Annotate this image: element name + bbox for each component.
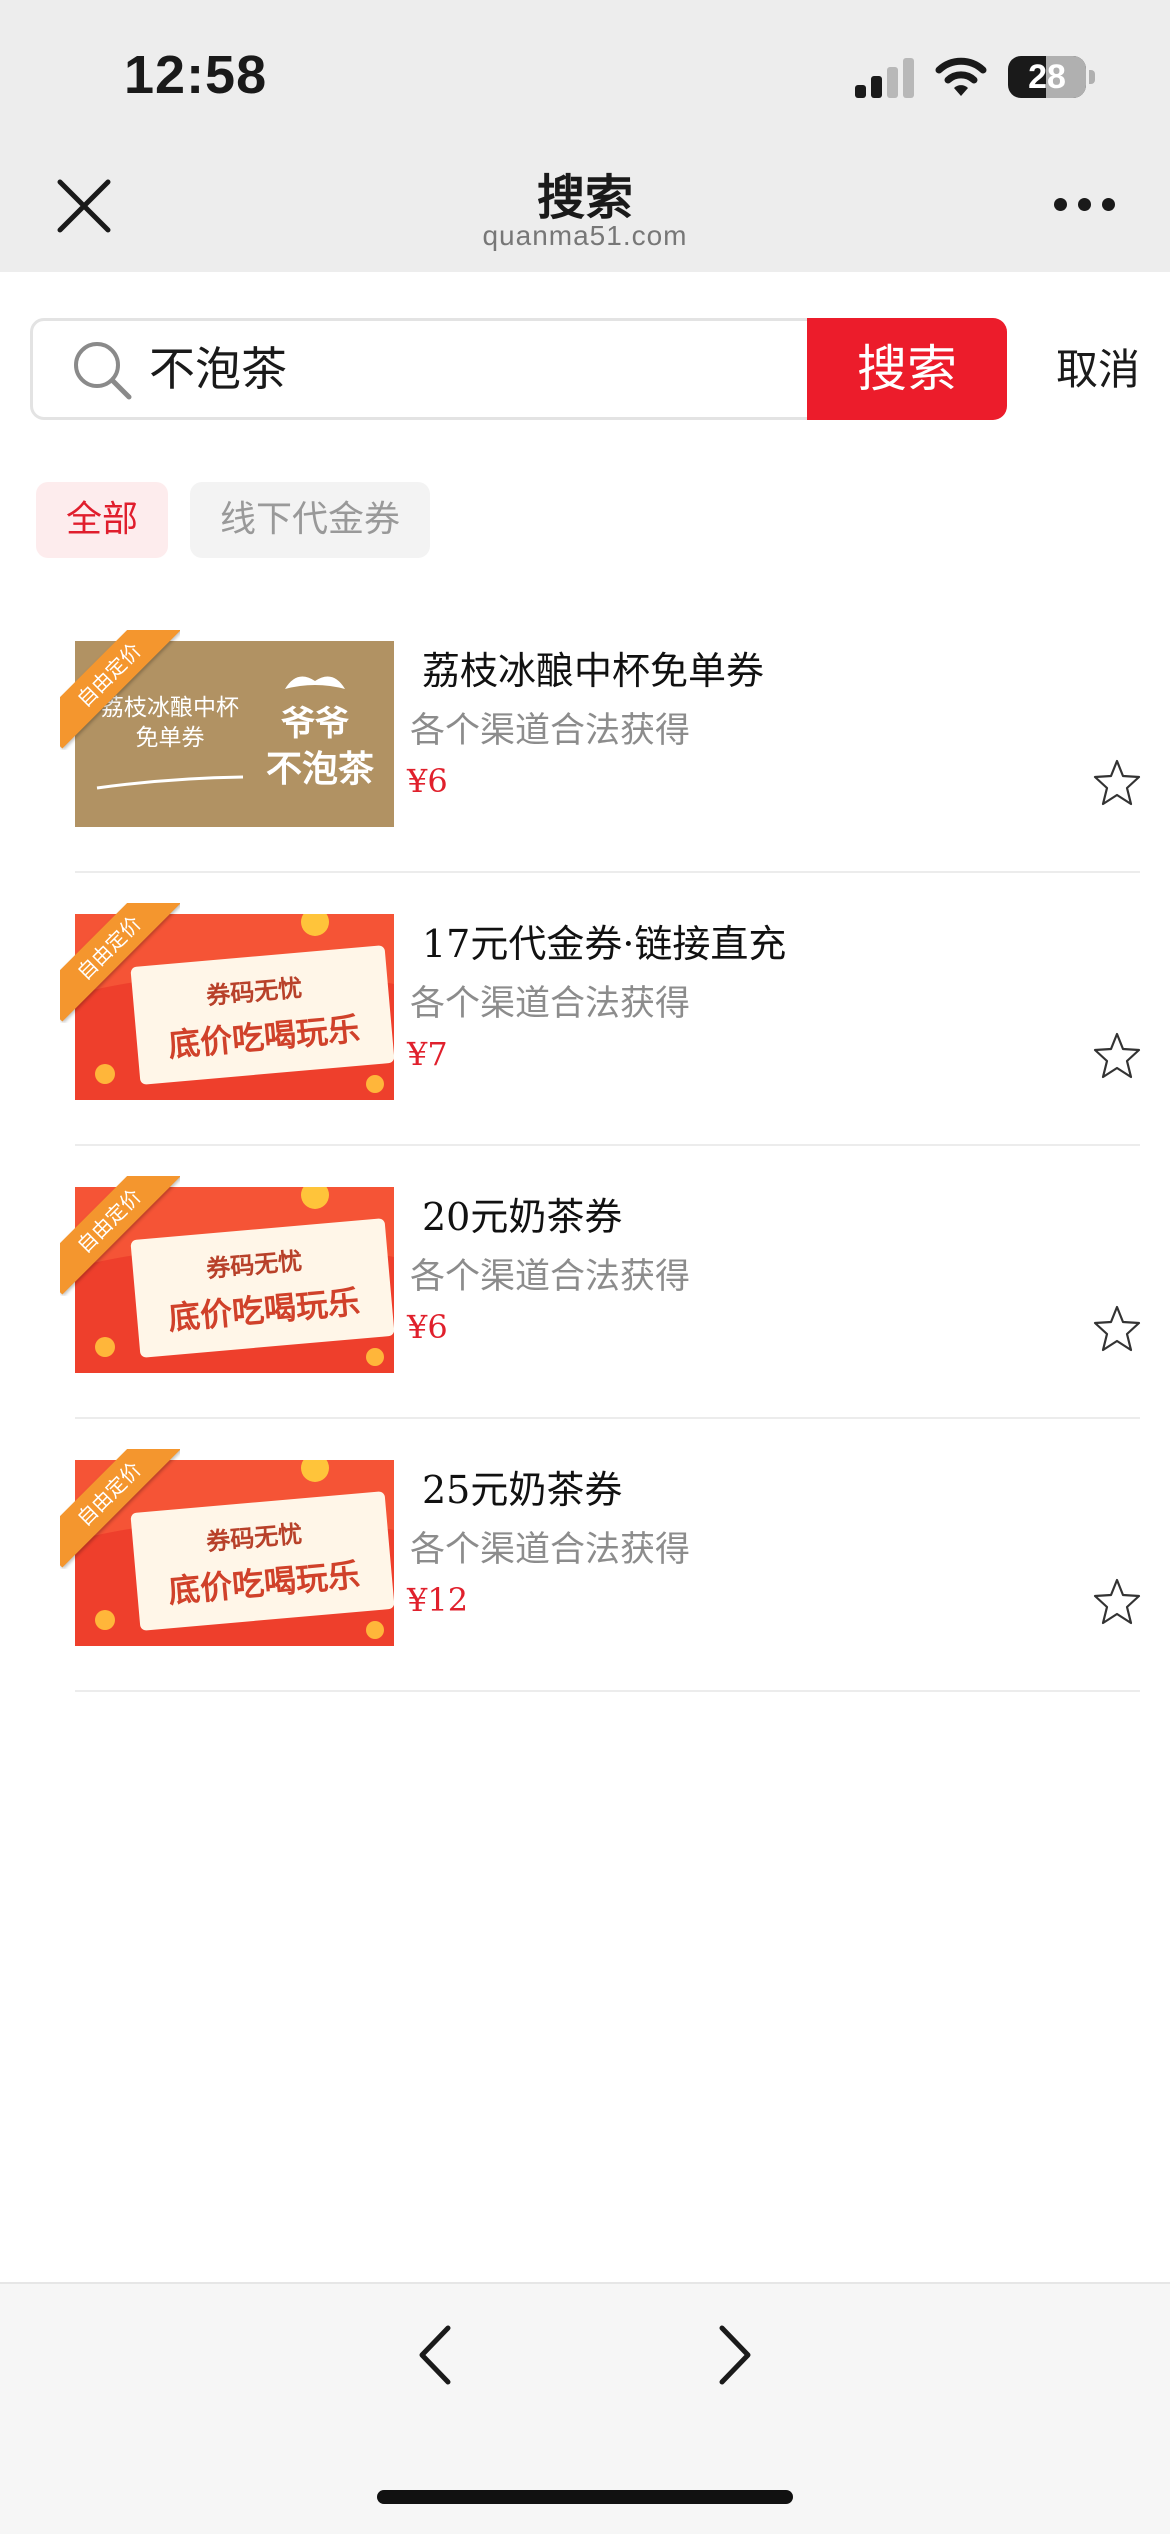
- item-title: 荔枝冰酿中杯免单券: [422, 649, 765, 693]
- forward-arrow-icon[interactable]: [714, 2322, 758, 2388]
- price-ribbon: 自由定价: [60, 1449, 180, 1569]
- divider: [75, 1690, 1140, 1692]
- search-icon: [74, 342, 132, 400]
- page-title: 搜索: [536, 170, 633, 226]
- battery-level: 28: [1028, 58, 1066, 96]
- top-bar: 12:58 28 搜索 quanma51.com: [0, 0, 1170, 272]
- filter-tab-offline-voucher[interactable]: 线下代金券: [190, 482, 430, 558]
- item-title: 17元代金券·链接直充: [422, 922, 787, 966]
- thumb-logo-line2: 不泡茶: [266, 749, 375, 790]
- price-ribbon: 自由定价: [60, 903, 180, 1023]
- item-subtitle: 各个渠道合法获得: [410, 1257, 691, 1297]
- filter-tab-all[interactable]: 全部: [36, 482, 168, 558]
- favorite-star-icon[interactable]: [1093, 1304, 1141, 1352]
- search-input[interactable]: [149, 321, 799, 417]
- item-subtitle: 各个渠道合法获得: [410, 1530, 691, 1570]
- item-price: ¥7: [407, 1035, 448, 1073]
- item-title: 25元奶茶券: [422, 1468, 623, 1512]
- list-item[interactable]: 券码无忧 底价吃喝玩乐 自由定价 20元奶茶券 各个渠道合法获得 ¥6: [0, 1146, 1170, 1419]
- list-item[interactable]: 荔枝冰酿中杯 免单券 爷爷 不泡茶 自由定价 荔枝冰酿中杯免单券 各个渠道合法获…: [0, 600, 1170, 873]
- item-subtitle: 各个渠道合法获得: [410, 984, 691, 1024]
- price-ribbon: 自由定价: [60, 630, 180, 750]
- cancel-button[interactable]: 取消: [1056, 340, 1140, 400]
- price-ribbon: 自由定价: [60, 1176, 180, 1296]
- item-subtitle: 各个渠道合法获得: [410, 711, 691, 751]
- wifi-icon: [935, 57, 987, 96]
- item-price: ¥6: [407, 762, 448, 800]
- favorite-star-icon[interactable]: [1093, 758, 1141, 806]
- list-item[interactable]: 券码无忧 底价吃喝玩乐 自由定价 17元代金券·链接直充 各个渠道合法获得 ¥7: [0, 873, 1170, 1146]
- item-title: 20元奶茶券: [422, 1195, 623, 1239]
- status-time: 12:58: [124, 45, 268, 105]
- item-price: ¥6: [407, 1308, 448, 1346]
- home-indicator[interactable]: [377, 2490, 793, 2504]
- search-button[interactable]: 搜索: [807, 318, 1007, 420]
- item-price: ¥12: [407, 1581, 469, 1619]
- cellular-signal-icon: [855, 58, 915, 98]
- more-options-icon[interactable]: [1054, 198, 1116, 214]
- favorite-star-icon[interactable]: [1093, 1577, 1141, 1625]
- thumb-logo-line1: 爷爷: [281, 704, 349, 744]
- favorite-star-icon[interactable]: [1093, 1031, 1141, 1079]
- list-item[interactable]: 券码无忧 底价吃喝玩乐 自由定价 25元奶茶券 各个渠道合法获得 ¥12: [0, 1419, 1170, 1692]
- battery-icon: 28: [1008, 56, 1086, 98]
- back-arrow-icon[interactable]: [412, 2322, 456, 2388]
- page-url: quanma51.com: [482, 220, 688, 251]
